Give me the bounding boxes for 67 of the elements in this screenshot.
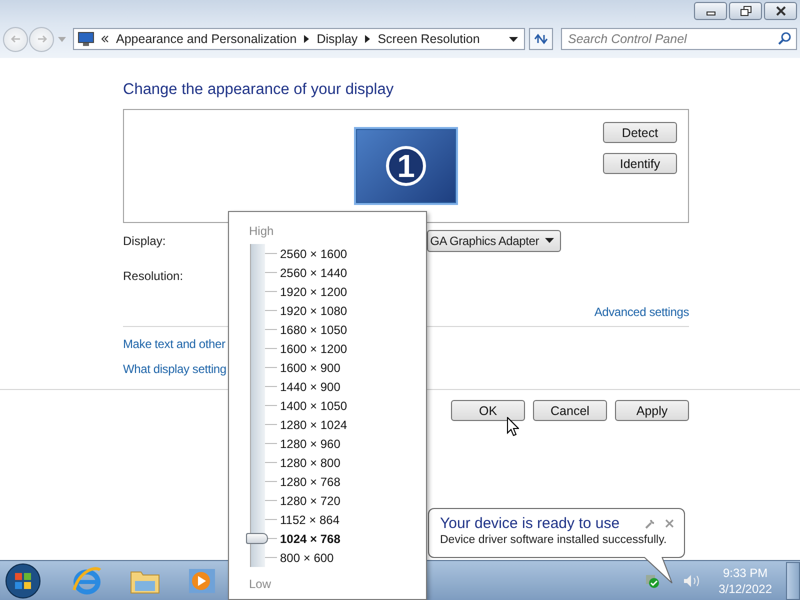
- resolution-option[interactable]: 1280 × 800: [280, 456, 340, 470]
- resolution-option[interactable]: 1680 × 1050: [280, 322, 348, 336]
- notification-message: Device driver software installed successfully.: [440, 534, 668, 546]
- resolution-option[interactable]: 1280 × 1024: [280, 418, 348, 432]
- resolution-option[interactable]: 1280 × 960: [280, 436, 340, 450]
- breadcrumb-link[interactable]: Appearance and Personalization: [116, 32, 297, 46]
- minimize-button[interactable]: [694, 2, 727, 20]
- advanced-settings-link[interactable]: Advanced settings: [594, 305, 689, 319]
- search-icon: [778, 32, 791, 45]
- field-label: Resolution:: [123, 268, 184, 282]
- address-bar[interactable]: Appearance and Personalization Display Screen Resolution: [73, 28, 525, 50]
- resolution-option[interactable]: 2560 × 1600: [280, 246, 348, 260]
- restore-button[interactable]: [729, 2, 762, 20]
- speaker-icon[interactable]: [682, 574, 701, 588]
- monitor-icon: [78, 32, 94, 46]
- notification-title: Your device is ready to use: [440, 515, 620, 532]
- resolution-option[interactable]: 1024 × 768: [280, 532, 340, 546]
- close-icon: [774, 6, 786, 16]
- wrench-icon[interactable]: [645, 518, 656, 529]
- show-desktop-button[interactable]: [786, 562, 800, 600]
- mouse-pointer-icon: [507, 417, 519, 436]
- resolution-option[interactable]: 1280 × 768: [280, 474, 340, 488]
- chevron-icon: [101, 35, 109, 43]
- close-icon[interactable]: [665, 519, 674, 528]
- search-field[interactable]: Search Control Panel: [561, 28, 797, 50]
- forward-arrow-icon: [36, 34, 48, 44]
- preview-button[interactable]: Detect: [603, 122, 677, 143]
- low-label: Low: [249, 577, 272, 591]
- high-label: High: [249, 224, 275, 238]
- back-button[interactable]: [3, 26, 28, 52]
- caret-icon: [545, 238, 554, 243]
- dialog-button[interactable]: OK: [451, 400, 525, 421]
- preview-button[interactable]: Identify: [603, 153, 677, 174]
- start-button[interactable]: [4, 562, 42, 600]
- resolution-option[interactable]: 1920 × 1080: [280, 304, 348, 318]
- dialog-button[interactable]: Apply: [615, 400, 689, 421]
- resolution-option[interactable]: 1152 × 864: [280, 512, 340, 526]
- close-button[interactable]: [764, 2, 797, 20]
- back-arrow-icon: [10, 34, 22, 44]
- resolution-option[interactable]: 1400 × 1050: [280, 398, 348, 412]
- breadcrumb-link[interactable]: Screen Resolution: [378, 32, 480, 46]
- resolution-option[interactable]: 1600 × 1200: [280, 342, 348, 356]
- resolution-option[interactable]: 1920 × 1200: [280, 284, 348, 298]
- field-label: Display:: [123, 234, 166, 248]
- caret-icon[interactable]: [58, 36, 66, 42]
- arrow-icon: [304, 35, 310, 43]
- device-check-icon[interactable]: [644, 574, 659, 588]
- resolution-option[interactable]: 2560 × 1440: [280, 266, 348, 280]
- display-dropdown[interactable]: GA Graphics Adapter: [427, 230, 561, 252]
- restore-icon: [740, 6, 752, 16]
- monitor-thumbnail[interactable]: 1: [356, 129, 456, 203]
- help-link[interactable]: What display setting: [123, 362, 226, 376]
- slider-thumb[interactable]: [246, 533, 268, 544]
- resolution-option[interactable]: 1440 × 900: [280, 380, 340, 394]
- breadcrumb-link[interactable]: Display: [316, 32, 358, 46]
- dialog-button[interactable]: Cancel: [533, 400, 607, 421]
- monitor-number: 1: [386, 146, 426, 186]
- refresh-icon: [534, 33, 548, 45]
- resolution-option[interactable]: 800 × 600: [280, 550, 334, 564]
- help-link[interactable]: Make text and other: [123, 337, 226, 351]
- resolution-option[interactable]: 1600 × 900: [280, 360, 340, 374]
- arrow-icon: [364, 35, 371, 43]
- forward-button[interactable]: [29, 26, 54, 52]
- refresh-button[interactable]: [529, 28, 553, 50]
- page-heading: Change the appearance of your display: [123, 81, 395, 99]
- resolution-option[interactable]: 1280 × 720: [280, 494, 340, 508]
- dropdown-caret-icon[interactable]: [509, 36, 518, 42]
